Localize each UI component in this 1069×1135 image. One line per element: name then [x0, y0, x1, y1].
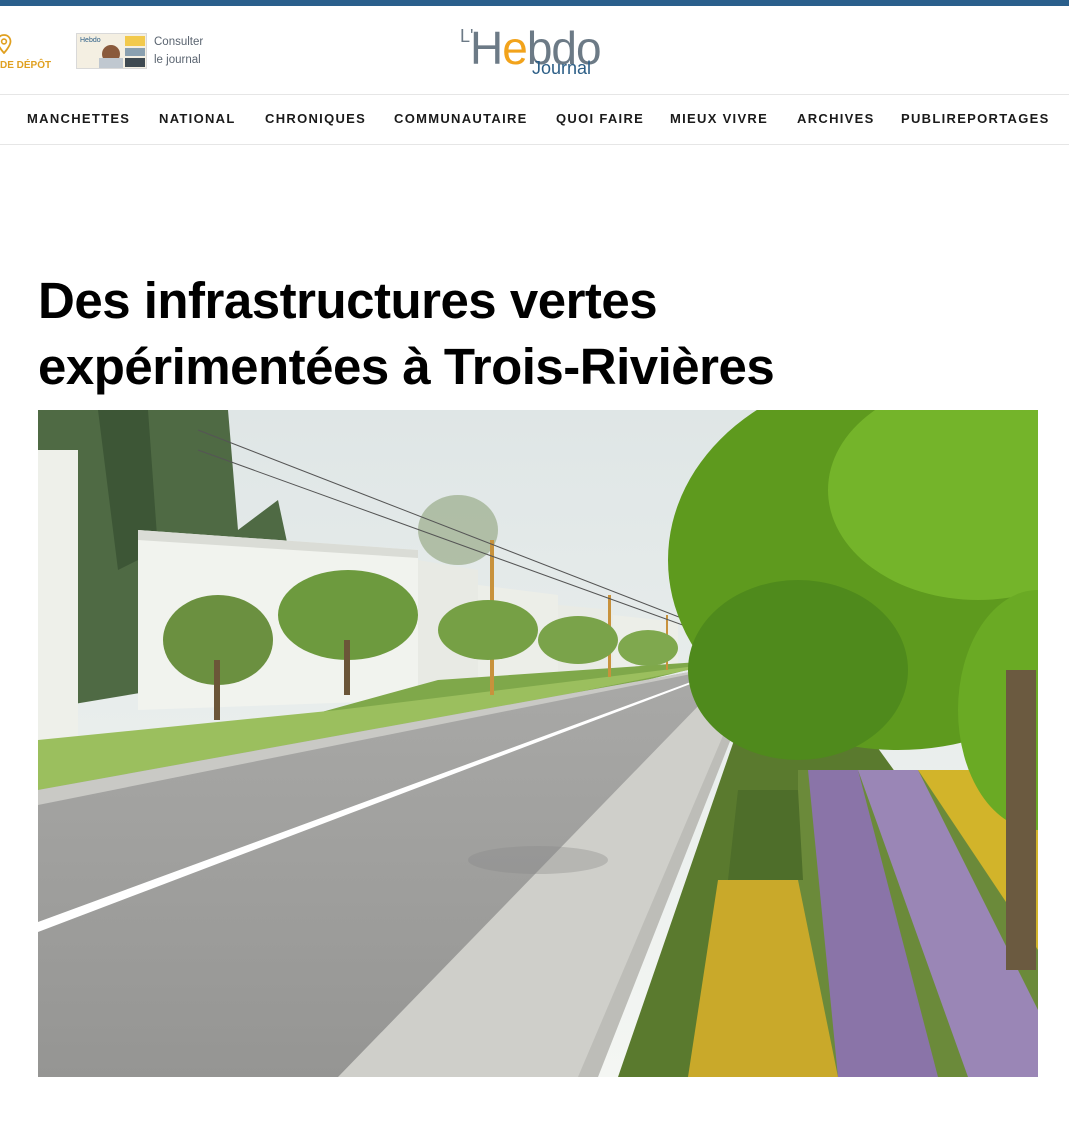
nav-item-chroniques[interactable]: CHRONIQUES [265, 95, 366, 144]
nav-item-publireportages[interactable]: PUBLIREPORTAGES [901, 95, 1050, 144]
thumb-masthead: Hebdo [80, 37, 101, 44]
points-de-depot-link[interactable]: DE DÉPÔT [0, 34, 60, 78]
article-title-line1: Des infrastructures vertes [38, 272, 658, 329]
article-title: Des infrastructures vertes expérimentées… [38, 268, 1038, 400]
nav-item-national[interactable]: NATIONAL [159, 95, 236, 144]
article-title-line2: expérimentées à Trois-Rivières [38, 338, 775, 395]
consulter-journal-link[interactable]: Consulter le journal [154, 33, 203, 69]
nav-item-quoi-faire[interactable]: QUOI FAIRE [556, 95, 644, 144]
location-pin-icon [0, 34, 12, 54]
site-header: DE DÉPÔT Hebdo Consulter le journal L' H… [0, 6, 1069, 94]
article-hero-image [38, 410, 1038, 1077]
nav-item-communautaire[interactable]: COMMUNAUTAIRE [394, 95, 528, 144]
nav-item-archives[interactable]: ARCHIVES [797, 95, 875, 144]
logo-subtitle: Journal [532, 58, 592, 78]
journal-cover-thumbnail[interactable]: Hebdo [76, 33, 147, 69]
nav-item-mieux-vivre[interactable]: MIEUX VIVRE [670, 95, 768, 144]
depot-label: DE DÉPÔT [0, 60, 52, 71]
journal-link-line1: Consulter [154, 36, 204, 48]
nav-item-manchettes[interactable]: MANCHETTES [27, 95, 130, 144]
journal-link-line2: le journal [154, 54, 201, 66]
site-logo[interactable]: L' Hebdo Journal [458, 18, 618, 88]
main-navigation: MANCHETTES NATIONAL CHRONIQUES COMMUNAUT… [0, 94, 1069, 145]
